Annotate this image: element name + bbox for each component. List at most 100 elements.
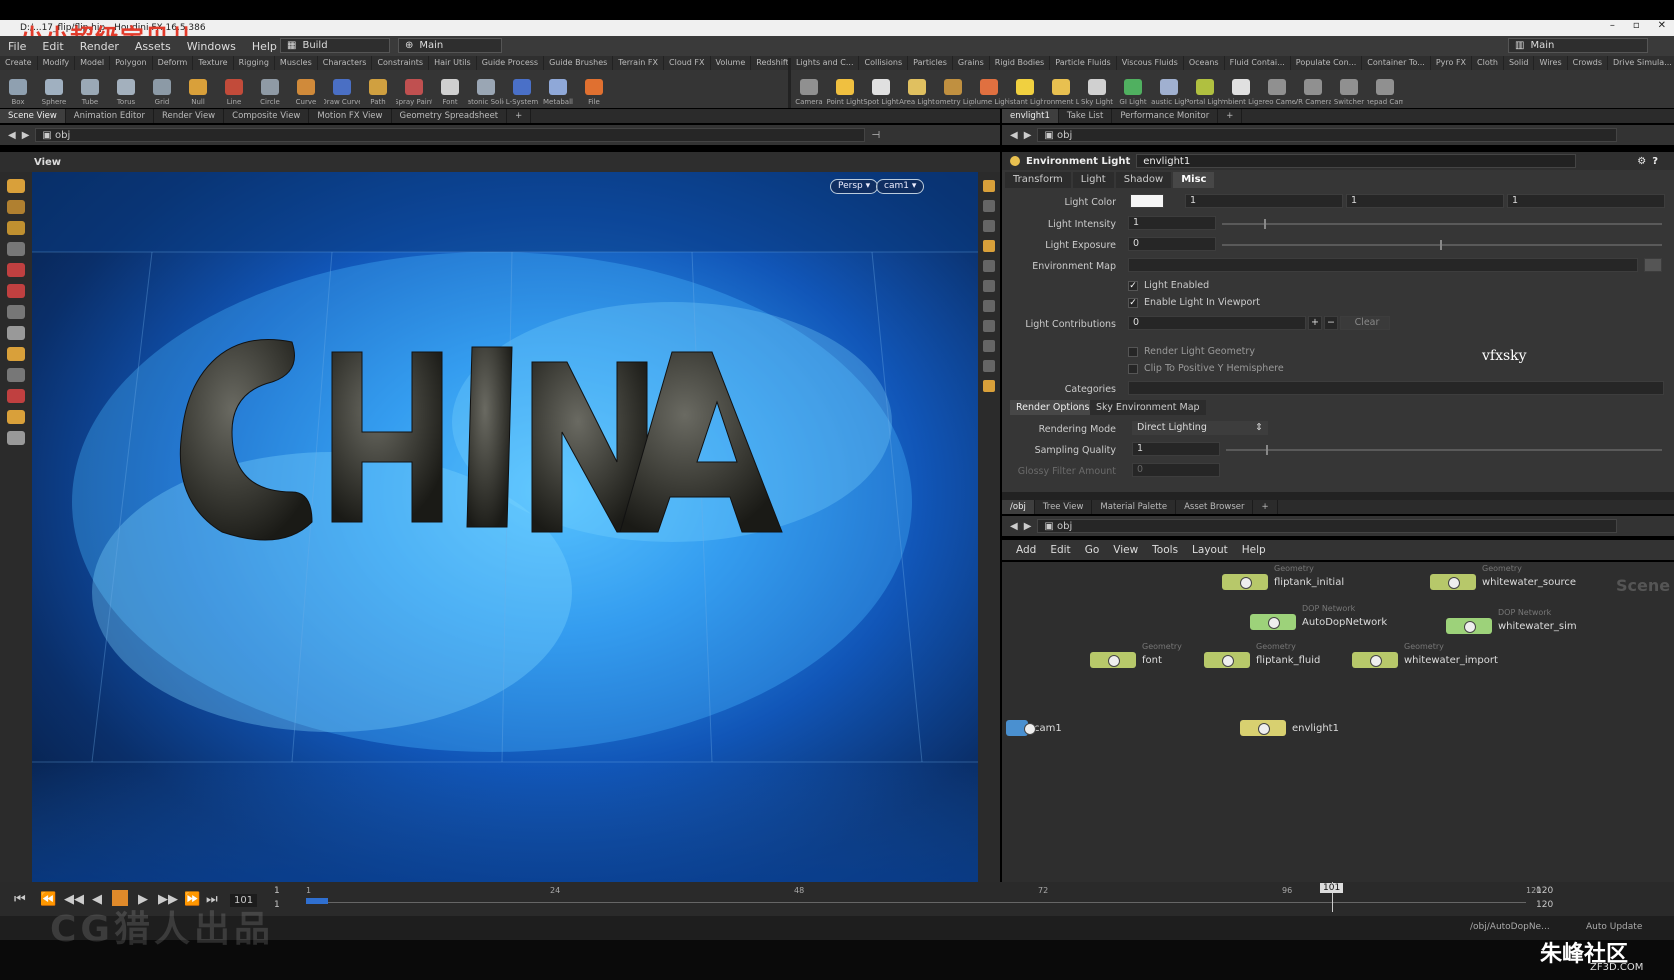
magnet-icon[interactable] bbox=[7, 368, 25, 382]
shelf-tool-file[interactable]: File bbox=[576, 70, 612, 108]
shelf-tool-box[interactable]: Box bbox=[0, 70, 36, 108]
display-options-icon[interactable] bbox=[983, 180, 995, 192]
shelf-tool-path[interactable]: Path bbox=[360, 70, 396, 108]
shelf-tab-characters[interactable]: Characters bbox=[318, 56, 373, 70]
node-name-field[interactable]: envlight1 bbox=[1136, 154, 1577, 168]
menu-assets[interactable]: Assets bbox=[127, 40, 179, 53]
template-icon[interactable] bbox=[983, 360, 995, 372]
light-contributions-field[interactable]: 0 bbox=[1128, 316, 1306, 330]
shelf-tab-hair-utils[interactable]: Hair Utils bbox=[429, 56, 477, 70]
pose-tool-icon[interactable] bbox=[7, 284, 25, 298]
menu-help[interactable]: Help bbox=[244, 40, 285, 53]
start-frame-field-2[interactable]: 1 bbox=[274, 900, 280, 910]
net-menu-add[interactable]: Add bbox=[1016, 544, 1036, 556]
pane-tab-composite-view[interactable]: Composite View bbox=[224, 109, 310, 123]
shelf-tab-wires[interactable]: Wires bbox=[1534, 56, 1568, 70]
net-menu-tools[interactable]: Tools bbox=[1152, 544, 1178, 556]
normals-icon[interactable] bbox=[983, 300, 995, 312]
gear-icon[interactable]: ⚙ bbox=[1637, 156, 1652, 167]
clip-hemisphere-checkbox[interactable]: Clip To Positive Y Hemisphere bbox=[1128, 363, 1284, 374]
shelf-tab-texture[interactable]: Texture bbox=[193, 56, 234, 70]
light-color-swatch[interactable] bbox=[1130, 194, 1164, 208]
pane-tab-asset-browser[interactable]: Asset Browser bbox=[1176, 500, 1254, 514]
shelf-tab-rigging[interactable]: Rigging bbox=[234, 56, 275, 70]
shelf-tab-cloth[interactable]: Cloth bbox=[1472, 56, 1504, 70]
net-menu-help[interactable]: Help bbox=[1242, 544, 1266, 556]
light-exposure-knob[interactable] bbox=[1440, 240, 1442, 250]
maximize-button[interactable]: ▫ bbox=[1633, 20, 1640, 31]
node-body[interactable] bbox=[1222, 574, 1268, 590]
menu-windows[interactable]: Windows bbox=[179, 40, 244, 53]
rendering-mode-select[interactable]: Direct Lighting ⇕ bbox=[1132, 421, 1268, 435]
node-body[interactable] bbox=[1446, 618, 1492, 634]
shelf-tab-polygon[interactable]: Polygon bbox=[110, 56, 153, 70]
scene-viewport[interactable]: Persp ▾ cam1 ▾ bbox=[32, 172, 978, 882]
shelf-tab-particle-fluids[interactable]: Particle Fluids bbox=[1050, 56, 1117, 70]
shelf-tab-fluid-contai[interactable]: Fluid Contai... bbox=[1225, 56, 1291, 70]
scale-tool-icon[interactable] bbox=[7, 242, 25, 256]
forward-arrow-icon[interactable]: ▶ bbox=[1024, 521, 1032, 532]
light-intensity-slider[interactable] bbox=[1222, 223, 1662, 225]
shelf-tab-oceans[interactable]: Oceans bbox=[1184, 56, 1225, 70]
light-exposure-field[interactable]: 0 bbox=[1128, 237, 1216, 251]
camera-menu-button[interactable]: cam1 ▾ bbox=[876, 179, 925, 194]
shelf-tool-gi-light[interactable]: GI Light bbox=[1115, 70, 1151, 108]
node-fliptank-initial[interactable]: Geometry fliptank_initial bbox=[1222, 564, 1344, 590]
node-envlight1[interactable]: envlight1 bbox=[1240, 720, 1339, 736]
pane-divider[interactable] bbox=[1002, 492, 1674, 500]
pane-tab-obj[interactable]: /obj bbox=[1002, 500, 1035, 514]
render-light-geometry-checkbox[interactable]: Render Light Geometry bbox=[1128, 346, 1255, 357]
node-whitewater-source[interactable]: Geometry whitewater_source bbox=[1430, 564, 1576, 590]
menu-edit[interactable]: Edit bbox=[34, 40, 71, 53]
enable-viewport-checkbox[interactable]: ✓ Enable Light In Viewport bbox=[1128, 297, 1260, 308]
persp-menu-button[interactable]: Persp ▾ bbox=[830, 179, 879, 194]
light-intensity-knob[interactable] bbox=[1264, 219, 1266, 229]
node-whitewater-import[interactable]: Geometry whitewater_import bbox=[1352, 642, 1498, 668]
shelf-tool-draw-curve[interactable]: Draw Curve bbox=[324, 70, 360, 108]
shelf-tool-null[interactable]: Null bbox=[180, 70, 216, 108]
node-body[interactable] bbox=[1250, 614, 1296, 630]
net-menu-view[interactable]: View bbox=[1113, 544, 1138, 556]
shelf-tab-lights-and-c[interactable]: Lights and C... bbox=[791, 56, 860, 70]
node-body[interactable] bbox=[1006, 720, 1036, 736]
shelf-tab-cloud-fx[interactable]: Cloud FX bbox=[664, 56, 711, 70]
backface-icon[interactable] bbox=[983, 320, 995, 332]
pane-tab-animation-editor[interactable]: Animation Editor bbox=[66, 109, 154, 123]
shelf-tool-caustic-light[interactable]: Caustic Light bbox=[1151, 70, 1187, 108]
menu-file[interactable]: File bbox=[0, 40, 34, 53]
shelf-tool-environment-light[interactable]: Environment Light bbox=[1043, 70, 1079, 108]
timeline-track[interactable] bbox=[306, 902, 1526, 903]
tab-light[interactable]: Light bbox=[1072, 172, 1114, 188]
shelf-tab-collisions[interactable]: Collisions bbox=[859, 56, 909, 70]
pane-tab-item[interactable]: + bbox=[507, 109, 532, 123]
categories-field[interactable] bbox=[1128, 381, 1664, 395]
shelf-tool-geometry-light[interactable]: Geometry Light bbox=[935, 70, 971, 108]
remove-contribution-button[interactable]: − bbox=[1324, 316, 1338, 330]
shelf-tool-curve[interactable]: Curve bbox=[288, 70, 324, 108]
shelf-tool-sphere[interactable]: Sphere bbox=[36, 70, 72, 108]
desktop-right-selector[interactable]: ▥ Main bbox=[1508, 38, 1648, 53]
node-autodopnetwork[interactable]: DOP Network AutoDopNetwork bbox=[1250, 604, 1387, 630]
shelf-tool-vr-camera[interactable]: VR Camera bbox=[1295, 70, 1331, 108]
node-body[interactable] bbox=[1352, 652, 1398, 668]
net-menu-layout[interactable]: Layout bbox=[1192, 544, 1228, 556]
paint-tool-icon[interactable] bbox=[7, 326, 25, 340]
end-frame-field[interactable]: 120 bbox=[1536, 886, 1553, 896]
net-menu-go[interactable]: Go bbox=[1085, 544, 1100, 556]
shelf-tab-terrain-fx[interactable]: Terrain FX bbox=[613, 56, 665, 70]
desktop-selector[interactable]: ▦ Build bbox=[280, 38, 390, 53]
move-tool-icon[interactable] bbox=[7, 200, 25, 214]
pane-tab-geometry-spreadsheet[interactable]: Geometry Spreadsheet bbox=[392, 109, 508, 123]
node-body[interactable] bbox=[1240, 720, 1286, 736]
light-icon[interactable] bbox=[983, 240, 995, 252]
sampling-quality-knob[interactable] bbox=[1266, 445, 1268, 455]
sampling-quality-slider[interactable] bbox=[1226, 449, 1662, 451]
pane-tab-performance-monitor[interactable]: Performance Monitor bbox=[1112, 109, 1219, 123]
shelf-tool-grid[interactable]: Grid bbox=[144, 70, 180, 108]
shelf-tab-guide-brushes[interactable]: Guide Brushes bbox=[544, 56, 614, 70]
shelf-tool-sky-light[interactable]: Sky Light bbox=[1079, 70, 1115, 108]
shelf-tool-spray-paint[interactable]: Spray Paint bbox=[396, 70, 432, 108]
light-intensity-field[interactable]: 1 bbox=[1128, 216, 1216, 230]
shelf-tool-portal-light[interactable]: Portal Light bbox=[1187, 70, 1223, 108]
light-color-r[interactable]: 1 bbox=[1185, 194, 1343, 208]
